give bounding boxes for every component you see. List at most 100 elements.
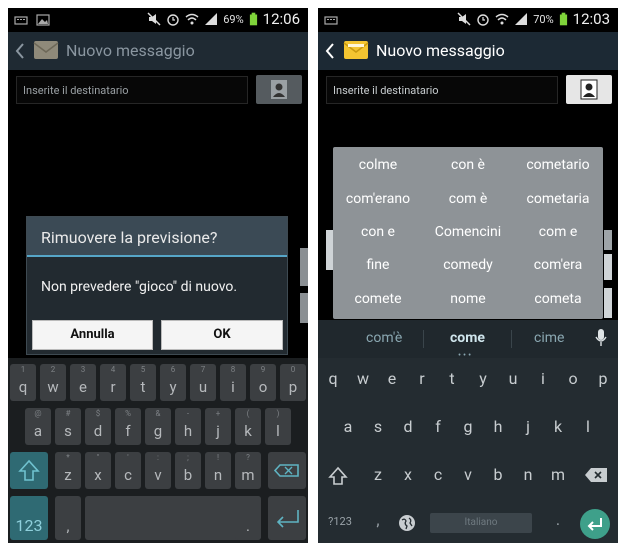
recipient-input[interactable]: Inserite il destinatario [326, 76, 558, 104]
key-b[interactable]: ; b [175, 452, 201, 489]
key-comma[interactable]: , [55, 496, 81, 540]
key-w[interactable]: 2w [40, 364, 66, 401]
signal-icon [515, 13, 528, 25]
key-o[interactable]: 9o [250, 364, 276, 401]
space-key[interactable]: Italiano [430, 513, 532, 533]
symbols-key[interactable]: 123 [10, 496, 48, 540]
key-comma[interactable]: , [364, 510, 392, 529]
key-period[interactable]: . [544, 510, 572, 529]
key-b[interactable]: b [484, 465, 512, 484]
key-m[interactable]: ? m [235, 452, 261, 489]
key-c[interactable]: c [424, 465, 452, 484]
key-u[interactable]: 7u [190, 364, 216, 401]
suggestion-word[interactable]: fine [333, 257, 423, 273]
key-q[interactable]: q [319, 369, 347, 388]
suggestion-divider [511, 330, 512, 348]
key-e[interactable]: e [378, 369, 406, 388]
key-c[interactable]: ' c [115, 452, 141, 489]
shift-arrow-icon[interactable] [328, 466, 348, 486]
suggestion-word[interactable]: cometa [513, 291, 603, 307]
recipient-input[interactable]: Inserite il destinatario [16, 76, 248, 104]
signal-icon [205, 13, 218, 25]
suggestion-word[interactable]: con e [333, 224, 423, 240]
suggestion-word[interactable]: colme [333, 157, 423, 173]
key-g[interactable]: & g [145, 408, 171, 445]
key-i[interactable]: i [529, 369, 557, 388]
suggestion-word[interactable]: com è [423, 191, 513, 207]
suggestion-word[interactable]: cometaria [513, 191, 603, 207]
key-e[interactable]: 3e [70, 364, 96, 401]
key-z[interactable]: z [364, 465, 392, 484]
enter-key[interactable] [580, 509, 610, 539]
key-d[interactable]: d [394, 417, 422, 436]
suggestion-right[interactable]: cime [534, 330, 564, 346]
key-p[interactable]: p [589, 369, 617, 388]
key-y[interactable]: y [469, 369, 497, 388]
microphone-icon[interactable] [594, 328, 608, 348]
key-period[interactable]: . [235, 496, 261, 540]
key-i[interactable]: 8i [220, 364, 246, 401]
contact-picker-button[interactable] [256, 75, 302, 104]
key-n[interactable]: ! n [205, 452, 231, 489]
more-suggestions-dots[interactable]: ••• [458, 351, 473, 361]
key-k[interactable]: k [544, 417, 572, 436]
key-h[interactable]: h [484, 417, 512, 436]
contact-picker-button[interactable] [566, 75, 612, 104]
key-j[interactable]: + j [205, 408, 231, 445]
suggestion-word[interactable]: com'era [513, 257, 603, 273]
google-keyboard: com'è come ••• cime q w e r t y u i o p … [318, 320, 618, 543]
key-t[interactable]: 5t [130, 364, 156, 401]
suggestion-word[interactable]: com'erano [333, 191, 423, 207]
key-x[interactable]: " x [85, 452, 111, 489]
key-t[interactable]: t [438, 369, 466, 388]
key-v[interactable]: v [454, 465, 482, 484]
key-g[interactable]: g [454, 417, 482, 436]
key-y[interactable]: 6y [160, 364, 186, 401]
back-arrow-icon[interactable] [324, 42, 336, 60]
key-w[interactable]: w [349, 369, 377, 388]
suggestion-word[interactable]: cometario [513, 157, 603, 173]
suggestion-word[interactable]: com e [513, 224, 603, 240]
cancel-button[interactable]: Annulla [32, 320, 153, 350]
key-j[interactable]: j [514, 417, 542, 436]
key-o[interactable]: o [559, 369, 587, 388]
ok-button[interactable]: OK [161, 320, 283, 350]
key-f[interactable]: % f [115, 408, 141, 445]
back-arrow-icon[interactable] [14, 42, 26, 60]
key-v[interactable]: :v [145, 452, 171, 489]
key-n[interactable]: n [514, 465, 542, 484]
key-a[interactable]: @ a [25, 408, 51, 445]
symbols-key[interactable]: ?123 [323, 515, 357, 528]
key-s[interactable]: # s [55, 408, 81, 445]
suggestion-word[interactable]: Comencini [423, 224, 513, 240]
key-r[interactable]: r [408, 369, 436, 388]
key-r[interactable]: 4r [100, 364, 126, 401]
suggestion-center[interactable]: come [450, 330, 485, 346]
suggestion-left[interactable]: com'è [366, 330, 402, 346]
key-d[interactable]: $ d [85, 408, 111, 445]
suggestion-word[interactable]: nome [423, 291, 513, 307]
suggestion-word[interactable]: comedy [423, 257, 513, 273]
key-l[interactable]: ) l [265, 408, 291, 445]
key-p[interactable]: 0p [280, 364, 306, 401]
suggestion-word[interactable]: comete [333, 291, 423, 307]
key-h[interactable]: -h [175, 408, 201, 445]
status-clock: 12:03 [572, 10, 610, 28]
backspace-key[interactable] [268, 452, 306, 489]
shift-key[interactable] [10, 452, 48, 489]
key-m[interactable]: m [544, 465, 572, 484]
key-u[interactable]: u [499, 369, 527, 388]
backspace-icon[interactable] [584, 467, 608, 483]
globe-icon[interactable] [398, 514, 416, 532]
suggestion-word[interactable]: con è [423, 157, 513, 173]
shift-arrow-icon [18, 459, 40, 481]
key-f[interactable]: f [424, 417, 452, 436]
key-s[interactable]: s [364, 417, 392, 436]
key-q[interactable]: 1q [10, 364, 36, 401]
key-k[interactable]: (k [235, 408, 261, 445]
key-l[interactable]: l [574, 417, 602, 436]
key-a[interactable]: a [334, 417, 362, 436]
key-x[interactable]: x [394, 465, 422, 484]
key-z[interactable]: * z [55, 452, 81, 489]
enter-key[interactable] [268, 496, 306, 540]
